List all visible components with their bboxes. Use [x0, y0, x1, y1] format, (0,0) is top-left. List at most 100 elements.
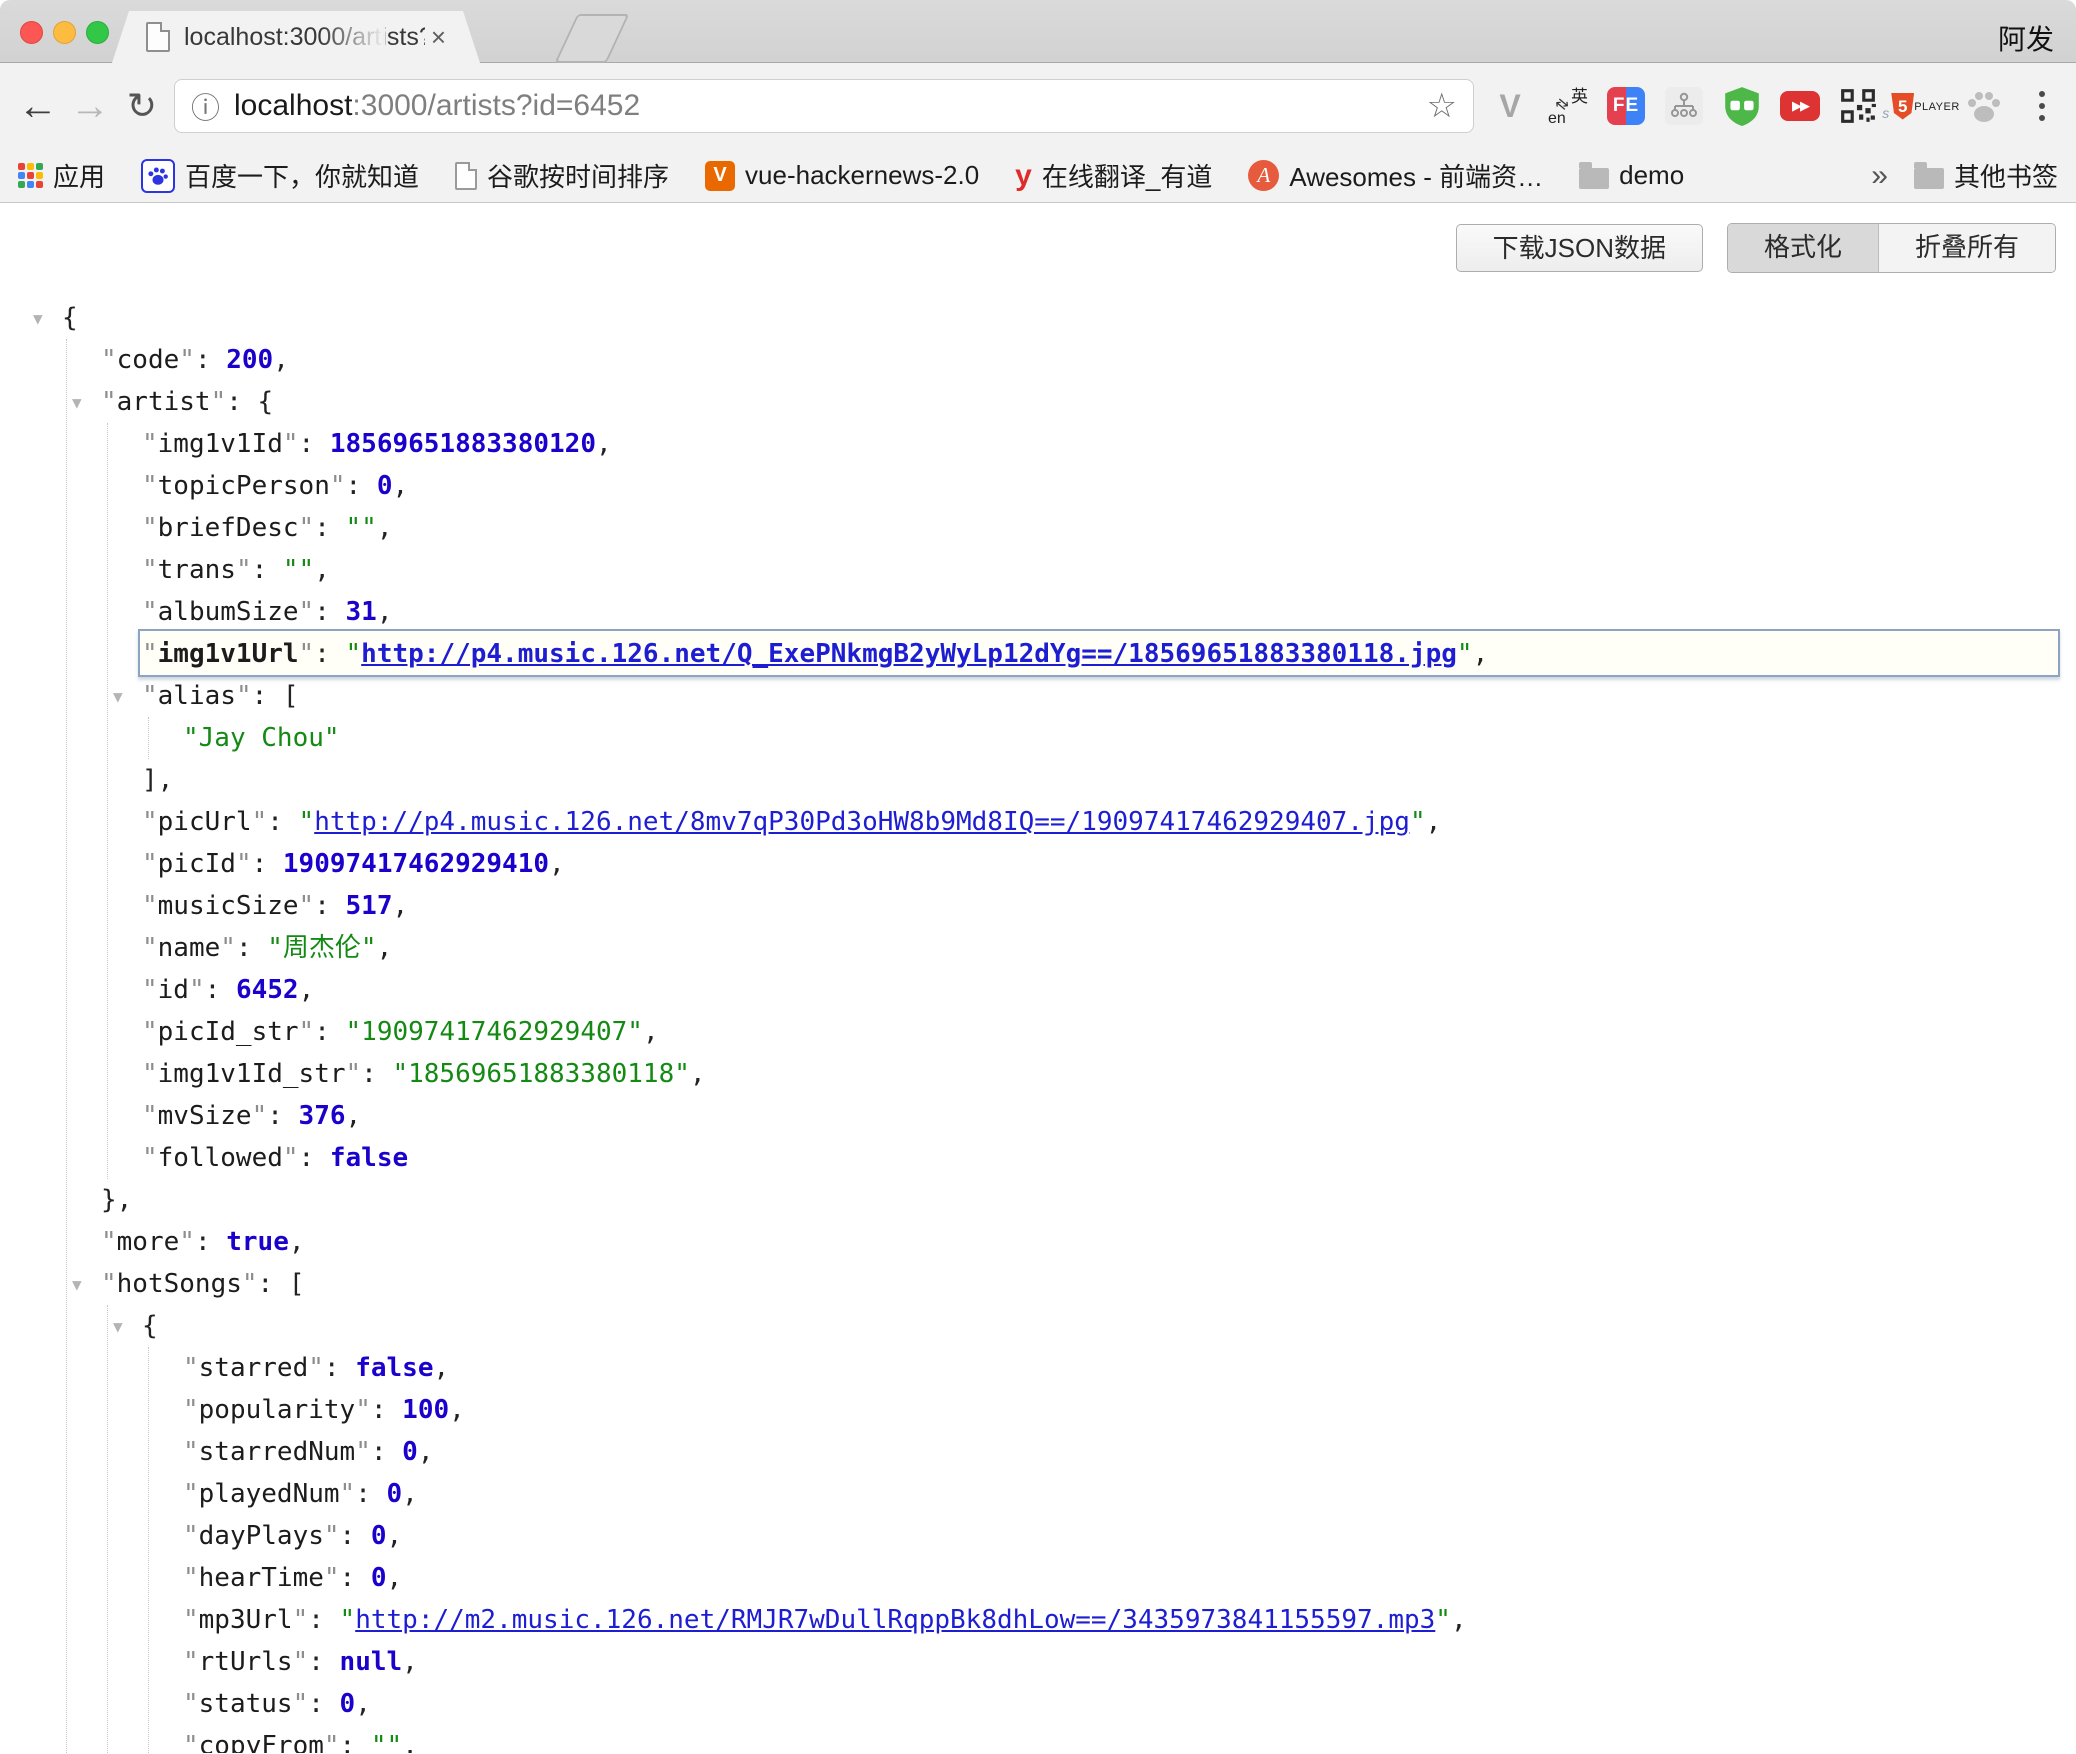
tab-title: localhost:3000/artists?id=645 [184, 23, 425, 52]
json-line: "starred": false, [149, 1347, 2076, 1389]
bookmark-vue-hackernews[interactable]: V vue-hackernews-2.0 [705, 160, 979, 191]
profile-name[interactable]: 阿发 [1998, 18, 2054, 58]
comma: , [596, 429, 612, 459]
quote: " [101, 1227, 117, 1257]
json-url-link[interactable]: http://m2.music.126.net/RMJR7wDullRqppBk… [355, 1605, 1435, 1635]
json-key: id [158, 975, 189, 1005]
quote: " [324, 1563, 340, 1593]
json-url-link[interactable]: http://p4.music.126.net/Q_ExePNkmgB2yWyL… [361, 639, 1457, 669]
collapse-toggle-icon[interactable]: ▼ [72, 1264, 82, 1306]
open-bracket: { [62, 303, 78, 333]
new-tab-button[interactable] [555, 14, 630, 63]
json-line: "Jay Chou" [149, 717, 2076, 759]
colon: : [314, 513, 345, 543]
json-value: 6452 [236, 975, 299, 1005]
quote: " [236, 849, 252, 879]
vue-devtools-icon[interactable]: V [1488, 82, 1532, 130]
quote: " [183, 1605, 199, 1635]
json-key: img1v1Url [158, 639, 299, 669]
quote: " [242, 1269, 258, 1299]
comma: , [418, 1437, 434, 1467]
json-key: picId [158, 849, 236, 879]
quote: " [142, 1143, 158, 1173]
collapse-all-button[interactable]: 折叠所有 [1879, 224, 2055, 272]
qrcode-icon[interactable] [1836, 82, 1880, 130]
json-key: name [158, 933, 221, 963]
zoom-window-button[interactable] [86, 21, 109, 44]
back-icon[interactable]: ← [12, 86, 64, 126]
bookmark-baidu[interactable]: 百度一下，你就知道 [141, 157, 419, 194]
json-line: "name": "周杰伦", [108, 927, 2076, 969]
bookmark-apps[interactable]: 应用 [18, 157, 105, 194]
quote: " [183, 1479, 199, 1509]
quote: " [211, 387, 227, 417]
comma: , [289, 1227, 305, 1257]
quote: " [183, 1563, 199, 1593]
json-value: 517 [346, 891, 393, 921]
collapse-toggle-icon[interactable]: ▼ [113, 676, 123, 718]
quote: " [355, 1395, 371, 1425]
json-line: "img1v1Id": 18569651883380120, [108, 423, 2076, 465]
download-json-button[interactable]: 下载JSON数据 [1456, 224, 1703, 272]
bookmark-youdao-translate[interactable]: y 在线翻译_有道 [1015, 157, 1212, 194]
json-key: mp3Url [199, 1605, 293, 1635]
bookmarks-overflow-icon[interactable]: » [1871, 159, 1888, 193]
comma: , [387, 1563, 403, 1593]
fe-extension-icon[interactable]: FE [1604, 82, 1648, 130]
address-bar[interactable]: ⓘ localhost:3000/artists?id=6452 ☆ [174, 79, 1474, 133]
quote: " [299, 1017, 315, 1047]
colon: : [340, 1521, 371, 1551]
bookmark-google-sort[interactable]: 谷歌按时间排序 [455, 157, 669, 194]
browser-menu-icon[interactable] [2020, 82, 2064, 130]
open-bracket: { [142, 1311, 158, 1341]
other-bookmarks-folder[interactable]: 其他书签 [1914, 157, 2058, 194]
quote: " [299, 807, 315, 837]
collapse-toggle-icon[interactable]: ▼ [33, 298, 43, 340]
json-value: 0 [402, 1437, 418, 1467]
quote: " [283, 429, 299, 459]
fastforward-downloader-icon[interactable]: ▶▶ [1778, 82, 1822, 130]
quote: " [142, 471, 158, 501]
quote: " [1457, 639, 1473, 669]
json-string-value: "19097417462929407" [346, 1017, 643, 1047]
bookmark-demo-folder[interactable]: demo [1579, 160, 1684, 191]
translate-icon[interactable]: 英 ⇄ en [1546, 82, 1590, 130]
json-string-value: "" [346, 513, 377, 543]
format-button[interactable]: 格式化 [1728, 224, 1879, 272]
bookmark-star-icon[interactable]: ☆ [1427, 86, 1457, 126]
json-value: false [330, 1143, 408, 1173]
json-key: dayPlays [199, 1521, 324, 1551]
quote: " [142, 975, 158, 1005]
colon: : [340, 1731, 371, 1753]
active-tab[interactable]: localhost:3000/artists?id=645 × [112, 11, 480, 63]
paw-extension-icon[interactable] [1962, 82, 2006, 130]
quote: " [1410, 807, 1426, 837]
site-info-icon[interactable]: ⓘ [191, 85, 220, 127]
json-line: "hearTime": 0, [149, 1557, 2076, 1599]
collapse-toggle-icon[interactable]: ▼ [72, 382, 82, 424]
minimize-window-button[interactable] [53, 21, 76, 44]
colon: : [308, 1689, 339, 1719]
json-key: albumSize [158, 597, 299, 627]
html5-player-icon[interactable]: s 5 PLAYER [1894, 82, 1948, 130]
json-key: briefDesc [158, 513, 299, 543]
tab-close-icon[interactable]: × [431, 24, 446, 50]
quote: " [308, 1353, 324, 1383]
folder-icon [1579, 168, 1609, 189]
quote: " [142, 555, 158, 585]
url-text[interactable]: localhost:3000/artists?id=6452 [234, 89, 640, 123]
json-url-link[interactable]: http://p4.music.126.net/8mv7qP30Pd3oHW8b… [314, 807, 1410, 837]
json-line: "followed": false [108, 1137, 2076, 1179]
bookmark-awesomes[interactable]: A Awesomes - 前端资… [1248, 157, 1543, 194]
collapse-toggle-icon[interactable]: ▼ [113, 1306, 123, 1348]
json-key: alias [158, 681, 236, 711]
open-bracket: [ [283, 681, 299, 711]
close-window-button[interactable] [20, 21, 43, 44]
tampermonkey-icon[interactable] [1720, 82, 1764, 130]
open-bracket: { [258, 387, 274, 417]
comma: , [1451, 1605, 1467, 1635]
reload-icon[interactable]: ↻ [116, 88, 168, 124]
sitemap-icon[interactable] [1662, 82, 1706, 130]
json-key: more [117, 1227, 180, 1257]
colon: : [346, 471, 377, 501]
